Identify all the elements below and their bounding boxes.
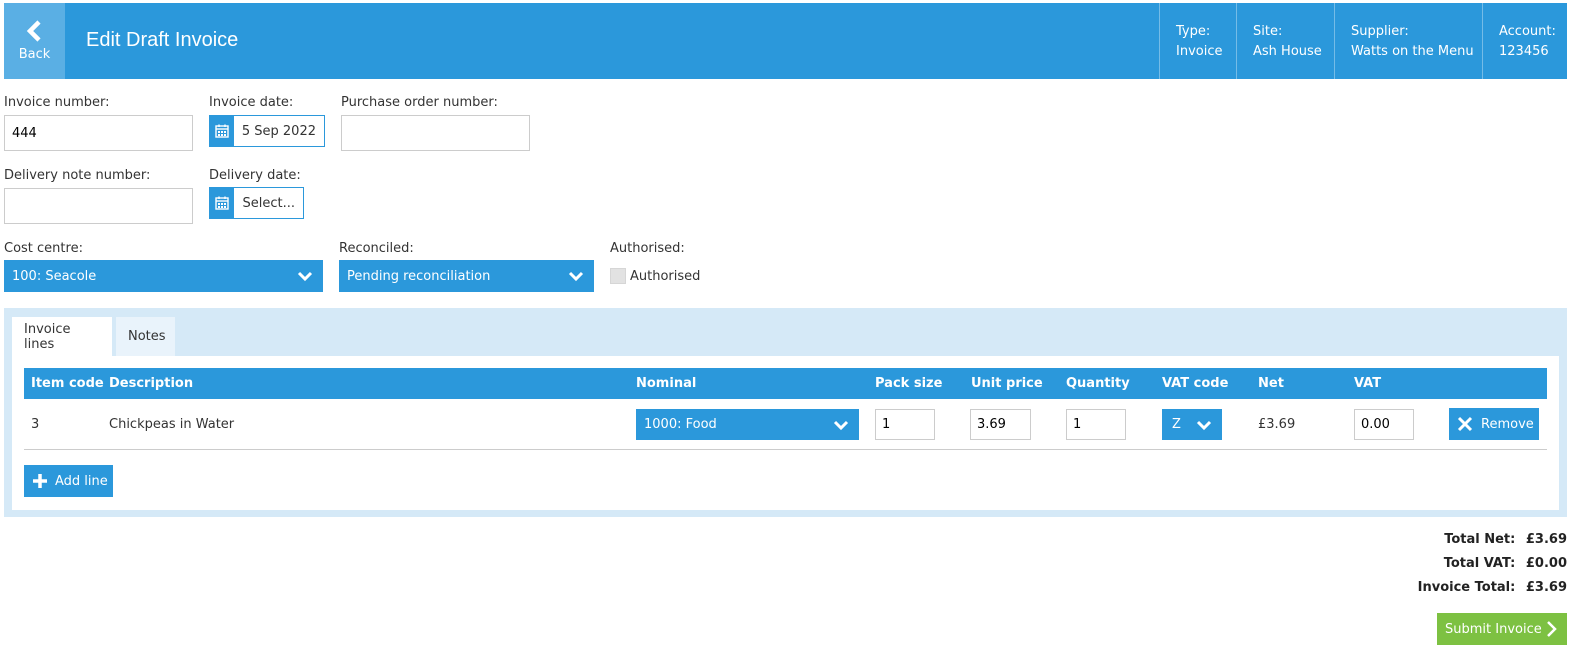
meta-account: Account: 123456 [1482, 3, 1567, 79]
delivery-date-picker[interactable]: Select... [209, 187, 304, 219]
chevron-left-icon [26, 20, 41, 42]
invoice-number-input[interactable] [4, 115, 193, 151]
delivery-date-value: Select... [242, 195, 295, 211]
cost-centre-label: Cost centre: [4, 241, 83, 256]
chevron-down-icon [297, 271, 313, 282]
authorised-checkbox[interactable] [610, 268, 626, 284]
meta-site-label: Site: [1253, 24, 1283, 39]
add-line-button[interactable]: Add line [24, 465, 113, 497]
col-vat-code: VAT code [1162, 376, 1229, 391]
total-vat-label: Total VAT: [1443, 556, 1516, 571]
plus-icon [33, 474, 47, 488]
total-net-label: Total Net: [1444, 532, 1516, 547]
meta-type-value: Invoice [1176, 44, 1223, 59]
total-vat: Total VAT: £0.00 [1444, 556, 1567, 571]
meta-site: Site: Ash House [1236, 3, 1334, 79]
invoice-date-value: 5 Sep 2022 [241, 123, 316, 139]
submit-label: Submit Invoice [1445, 621, 1542, 637]
cost-centre-value: 100: Seacole [12, 268, 97, 284]
po-number-label: Purchase order number: [341, 95, 498, 110]
col-pack-size: Pack size [875, 376, 943, 391]
col-net: Net [1258, 376, 1284, 391]
meta-supplier-value: Watts on the Menu [1351, 44, 1474, 59]
chevron-down-icon [1196, 420, 1212, 431]
invoice-number-label: Invoice number: [4, 95, 110, 110]
quantity-input[interactable] [1066, 409, 1126, 440]
back-button[interactable]: Back [4, 3, 65, 79]
meta-account-value: 123456 [1499, 44, 1549, 59]
meta-type: Type: Invoice [1159, 3, 1236, 79]
tab-notes[interactable]: Notes [116, 317, 175, 356]
total-vat-value: £0.00 [1525, 556, 1567, 571]
chevron-down-icon [568, 271, 584, 282]
invoice-total: Invoice Total: £3.69 [1418, 580, 1567, 595]
col-nominal: Nominal [636, 376, 697, 391]
invoice-total-value: £3.69 [1525, 580, 1567, 595]
po-number-input[interactable] [341, 115, 530, 151]
close-icon [1457, 416, 1473, 432]
col-quantity: Quantity [1066, 376, 1130, 391]
tab-invoice-lines[interactable]: Invoice lines [12, 317, 112, 356]
invoice-date-picker[interactable]: 5 Sep 2022 [209, 115, 325, 147]
row-divider [24, 449, 1547, 450]
col-unit-price: Unit price [971, 376, 1043, 391]
vat-input[interactable] [1354, 409, 1414, 440]
calendar-icon [210, 188, 235, 218]
chevron-down-icon [833, 420, 849, 431]
cost-centre-select[interactable]: 100: Seacole [4, 260, 323, 292]
table-header: Item code Description Nominal Pack size … [24, 368, 1547, 399]
pack-size-input[interactable] [875, 409, 935, 440]
col-item-code: Item code [31, 376, 104, 391]
delivery-note-label: Delivery note number: [4, 168, 151, 183]
reconciled-select[interactable]: Pending reconciliation [339, 260, 594, 292]
meta-site-value: Ash House [1253, 44, 1322, 59]
tab-label: Notes [128, 329, 166, 344]
page-title: Edit Draft Invoice [86, 29, 239, 51]
meta-supplier: Supplier: Watts on the Menu [1334, 3, 1482, 79]
col-description: Description [109, 376, 194, 391]
delivery-note-input[interactable] [4, 188, 193, 224]
invoice-total-label: Invoice Total: [1417, 580, 1516, 595]
authorised-label: Authorised: [610, 241, 685, 256]
net-cell: £3.69 [1258, 417, 1296, 432]
submit-invoice-button[interactable]: Submit Invoice [1437, 613, 1567, 645]
back-label: Back [18, 47, 51, 62]
calendar-icon [210, 116, 234, 146]
header-bar: Back Edit Draft Invoice Type: Invoice Si… [4, 3, 1567, 79]
reconciled-value: Pending reconciliation [347, 268, 491, 284]
delivery-date-label: Delivery date: [209, 168, 301, 183]
meta-supplier-label: Supplier: [1351, 24, 1409, 39]
meta-type-label: Type: [1176, 24, 1211, 39]
chevron-right-icon [1547, 621, 1557, 637]
add-line-label: Add line [55, 473, 108, 489]
tab-label: Invoice lines [24, 321, 71, 352]
nominal-value: 1000: Food [644, 417, 717, 432]
unit-price-input[interactable] [970, 409, 1031, 440]
description-cell: Chickpeas in Water [109, 417, 235, 432]
authorised-checkbox-label[interactable]: Authorised [630, 269, 700, 284]
total-net-value: £3.69 [1525, 532, 1567, 547]
item-code-cell: 3 [31, 417, 40, 432]
total-net: Total Net: £3.69 [1444, 532, 1567, 547]
remove-label: Remove [1481, 416, 1534, 432]
vat-code-select[interactable]: Z [1162, 409, 1222, 440]
meta-account-label: Account: [1499, 24, 1556, 39]
col-vat: VAT [1354, 376, 1382, 391]
reconciled-label: Reconciled: [339, 241, 414, 256]
remove-button[interactable]: Remove [1449, 408, 1539, 440]
invoice-date-label: Invoice date: [209, 95, 294, 110]
nominal-select[interactable]: 1000: Food [636, 409, 859, 440]
vat-code-value: Z [1172, 417, 1181, 432]
